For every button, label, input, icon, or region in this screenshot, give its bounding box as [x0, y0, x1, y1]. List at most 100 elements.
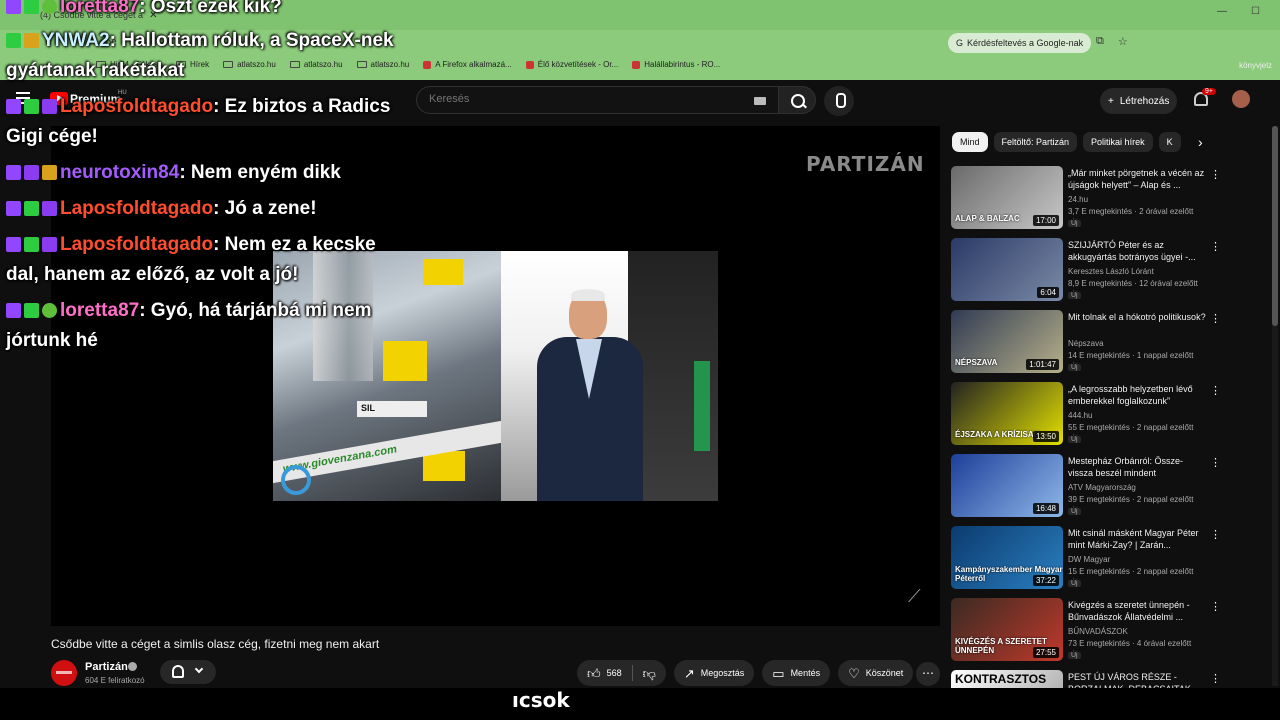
frame-product-panel: SIL www.giovenzana.com: [273, 251, 501, 501]
bookmark-label: Hírek: [190, 60, 210, 69]
recommended-video[interactable]: 6:04 SZIJJÁRTÓ Péter és az akkugyártás bo…: [951, 238, 1273, 304]
recommended-video[interactable]: KIVÉGZÉS A SZERETET ÜNNEPÉN 27:55 Kivégzés…: [951, 598, 1273, 664]
more-options-icon[interactable]: ⋮: [1210, 384, 1221, 397]
video-thumbnail[interactable]: 6:04: [951, 238, 1063, 301]
save-button[interactable]: ▭ Mentés: [762, 660, 831, 686]
recommended-channel[interactable]: Népszava: [1068, 339, 1104, 348]
bookmark-item[interactable]: atlatszo.hu: [289, 60, 343, 69]
recommended-meta: 55 E megtekintés · 2 nappal ezelőtt: [1068, 423, 1194, 432]
new-badge: Új: [1068, 292, 1081, 299]
recommended-video[interactable]: ALAP & BALZAC 17:00 „Már minket pörgetnek …: [951, 166, 1273, 232]
bookmark-star-icon[interactable]: ☆: [1118, 35, 1128, 48]
bookmark-label: atlatszo.hu: [370, 60, 410, 69]
bookmarks-bar: Hir24 - Fókusz Hírek atlatszo.hu atlatszo.h…: [0, 56, 1280, 80]
recommended-channel[interactable]: 444.hu: [1068, 411, 1092, 420]
more-options-icon[interactable]: ⋮: [1210, 240, 1221, 253]
recommended-title[interactable]: „A legrosszabb helyzetben lévő emberekke…: [1068, 383, 1208, 407]
subscribed-button[interactable]: [160, 660, 216, 684]
recommended-channel[interactable]: DW Magyar: [1068, 555, 1110, 564]
new-badge: Új: [1068, 652, 1081, 659]
keyboard-icon[interactable]: [754, 97, 766, 105]
video-actions: 👍︎ 568 👎︎ ↗ Megosztás ▭ Mentés ♡ Köszöne…: [577, 660, 914, 686]
chat-message-continuation: Gigi cége!: [6, 126, 98, 147]
search-input[interactable]: [429, 93, 729, 105]
minimize-icon[interactable]: —: [1217, 6, 1227, 17]
maximize-icon[interactable]: ☐: [1251, 6, 1260, 17]
folder-icon: [356, 61, 367, 68]
scrollbar-thumb[interactable]: [1272, 126, 1278, 326]
filter-chip[interactable]: Feltöltő: Partizán: [993, 132, 1078, 152]
recommended-channel[interactable]: ATV Magyarország: [1068, 483, 1136, 492]
video-thumbnail[interactable]: NÉPSZAVA 1:01:47: [951, 310, 1063, 373]
recommended-title[interactable]: Mit tolnak el a hókotró politikusok?: [1068, 311, 1208, 323]
recommended-channel[interactable]: BŰNVADÁSZOK: [1068, 627, 1128, 636]
duration-badge: 17:00: [1032, 215, 1059, 226]
recommended-title[interactable]: SZIJJÁRTÓ Péter és az akkugyártás botrán…: [1068, 239, 1208, 263]
video-thumbnail[interactable]: ÉJSZAKA A KRÍZISAU 13:50: [951, 382, 1063, 445]
duration-badge: 16:48: [1032, 503, 1059, 514]
channel-watermark: PARTIZÁN: [806, 152, 925, 176]
recommended-title[interactable]: Kivégzés a szeretet ünnepén - Bűnvadászo…: [1068, 599, 1208, 623]
bookmark-item[interactable]: Halállabirintus - RO...: [632, 60, 720, 69]
bookmark-item[interactable]: Élő közvetítések - Or...: [525, 60, 618, 69]
more-options-icon[interactable]: ⋮: [1210, 456, 1221, 469]
thanks-button[interactable]: ♡ Köszönet: [838, 660, 914, 686]
chat-badge-icon: [24, 0, 39, 14]
bookmarks-right-label[interactable]: könyvjelz: [1239, 61, 1272, 70]
scrollbar[interactable]: [1272, 126, 1278, 686]
more-actions-icon[interactable]: ⋯: [916, 662, 940, 686]
more-options-icon[interactable]: ⋮: [1210, 168, 1221, 181]
chat-message: YNWA2: Hallottam róluk, a SpaceX-nek: [6, 30, 394, 52]
more-options-icon[interactable]: ⋮: [1210, 672, 1221, 685]
like-button[interactable]: 👍︎ 568: [577, 660, 632, 686]
bookmark-item[interactable]: atlatszo.hu: [223, 60, 276, 69]
recommended-meta: 15 E megtekintés · 2 nappal ezelőtt: [1068, 567, 1194, 576]
search-box: [416, 86, 778, 114]
recommended-channel[interactable]: Keresztes László Lóránt: [1068, 267, 1154, 276]
more-options-icon[interactable]: ⋮: [1210, 528, 1221, 541]
filter-chip[interactable]: K: [1158, 132, 1181, 152]
recommended-title[interactable]: „Már minket pörgetnek a vécén az újságok…: [1068, 167, 1208, 191]
search-icon[interactable]: [778, 86, 816, 114]
chat-message: loretta87: Gyó, há tárjánbá mi nem: [6, 300, 371, 322]
microphone-icon[interactable]: [824, 86, 854, 116]
recommended-video[interactable]: NÉPSZAVA 1:01:47 Mit tolnak el a hókotró p…: [951, 310, 1273, 376]
cast-icon[interactable]: ⧉: [1096, 35, 1104, 48]
chat-username: Laposfoldtagado: [60, 198, 214, 219]
chevron-right-icon[interactable]: ›: [1198, 134, 1203, 150]
video-thumbnail[interactable]: 16:48: [951, 454, 1063, 517]
more-options-icon[interactable]: ⋮: [1210, 312, 1221, 325]
recommended-video[interactable]: 16:48 Mestерház Orbánról: Össze-vissza be…: [951, 454, 1273, 520]
recommended-title[interactable]: Mestерház Orbánról: Össze-vissza beszél …: [1068, 455, 1208, 479]
chat-message-continuation: gyártanak rakétákat: [6, 60, 185, 81]
filter-chip[interactable]: Politikai hírek: [1083, 132, 1153, 152]
filter-chip[interactable]: Mind: [952, 132, 988, 152]
recommended-video[interactable]: Kampányszakember Magyar Péterről 37:22 Mit…: [951, 526, 1273, 592]
bookmark-item[interactable]: atlatszo.hu: [356, 60, 410, 69]
thumbs-up-icon: 👍︎: [587, 665, 601, 681]
chat-message: Laposfoldtagado: Nem ez a kecske: [6, 234, 376, 256]
chat-badge-icon: [42, 237, 57, 252]
google-ask-pill[interactable]: G Kérdésfeltevés a Google-nak: [948, 33, 1092, 53]
video-thumbnail[interactable]: KIVÉGZÉS A SZERETET ÜNNEPÉN 27:55: [951, 598, 1063, 661]
dislike-button[interactable]: 👎︎: [633, 660, 666, 686]
share-button[interactable]: ↗ Megosztás: [673, 660, 755, 686]
channel-avatar[interactable]: [51, 660, 77, 686]
chat-badge-icon: [6, 165, 21, 180]
video-thumbnail[interactable]: ALAP & BALZAC 17:00: [951, 166, 1063, 229]
video-thumbnail[interactable]: Kampányszakember Magyar Péterről 37:22: [951, 526, 1063, 589]
video-frame: SIL www.giovenzana.com: [273, 251, 718, 501]
recommended-title[interactable]: Mit csinál másként Magyar Péter mint Már…: [1068, 527, 1208, 551]
bookmark-item[interactable]: A Firefox alkalmazá...: [423, 60, 512, 69]
chat-text: : Ez biztos a Radics: [213, 96, 391, 117]
chat-badge-icon: [6, 303, 21, 318]
account-avatar[interactable]: [1232, 90, 1250, 108]
chat-username: loretta87: [60, 300, 140, 321]
frame-yellow-box: [423, 259, 463, 285]
bookmark-list: Hir24 - Fókusz Hírek atlatszo.hu atlatszo.h…: [96, 60, 720, 69]
channel-name[interactable]: Partizán: [85, 661, 128, 673]
recommended-video[interactable]: ÉJSZAKA A KRÍZISAU 13:50 „A legrosszabb he…: [951, 382, 1273, 448]
create-button[interactable]: + Létrehozás: [1100, 88, 1178, 114]
more-options-icon[interactable]: ⋮: [1210, 600, 1221, 613]
recommended-channel[interactable]: 24.hu: [1068, 195, 1088, 204]
